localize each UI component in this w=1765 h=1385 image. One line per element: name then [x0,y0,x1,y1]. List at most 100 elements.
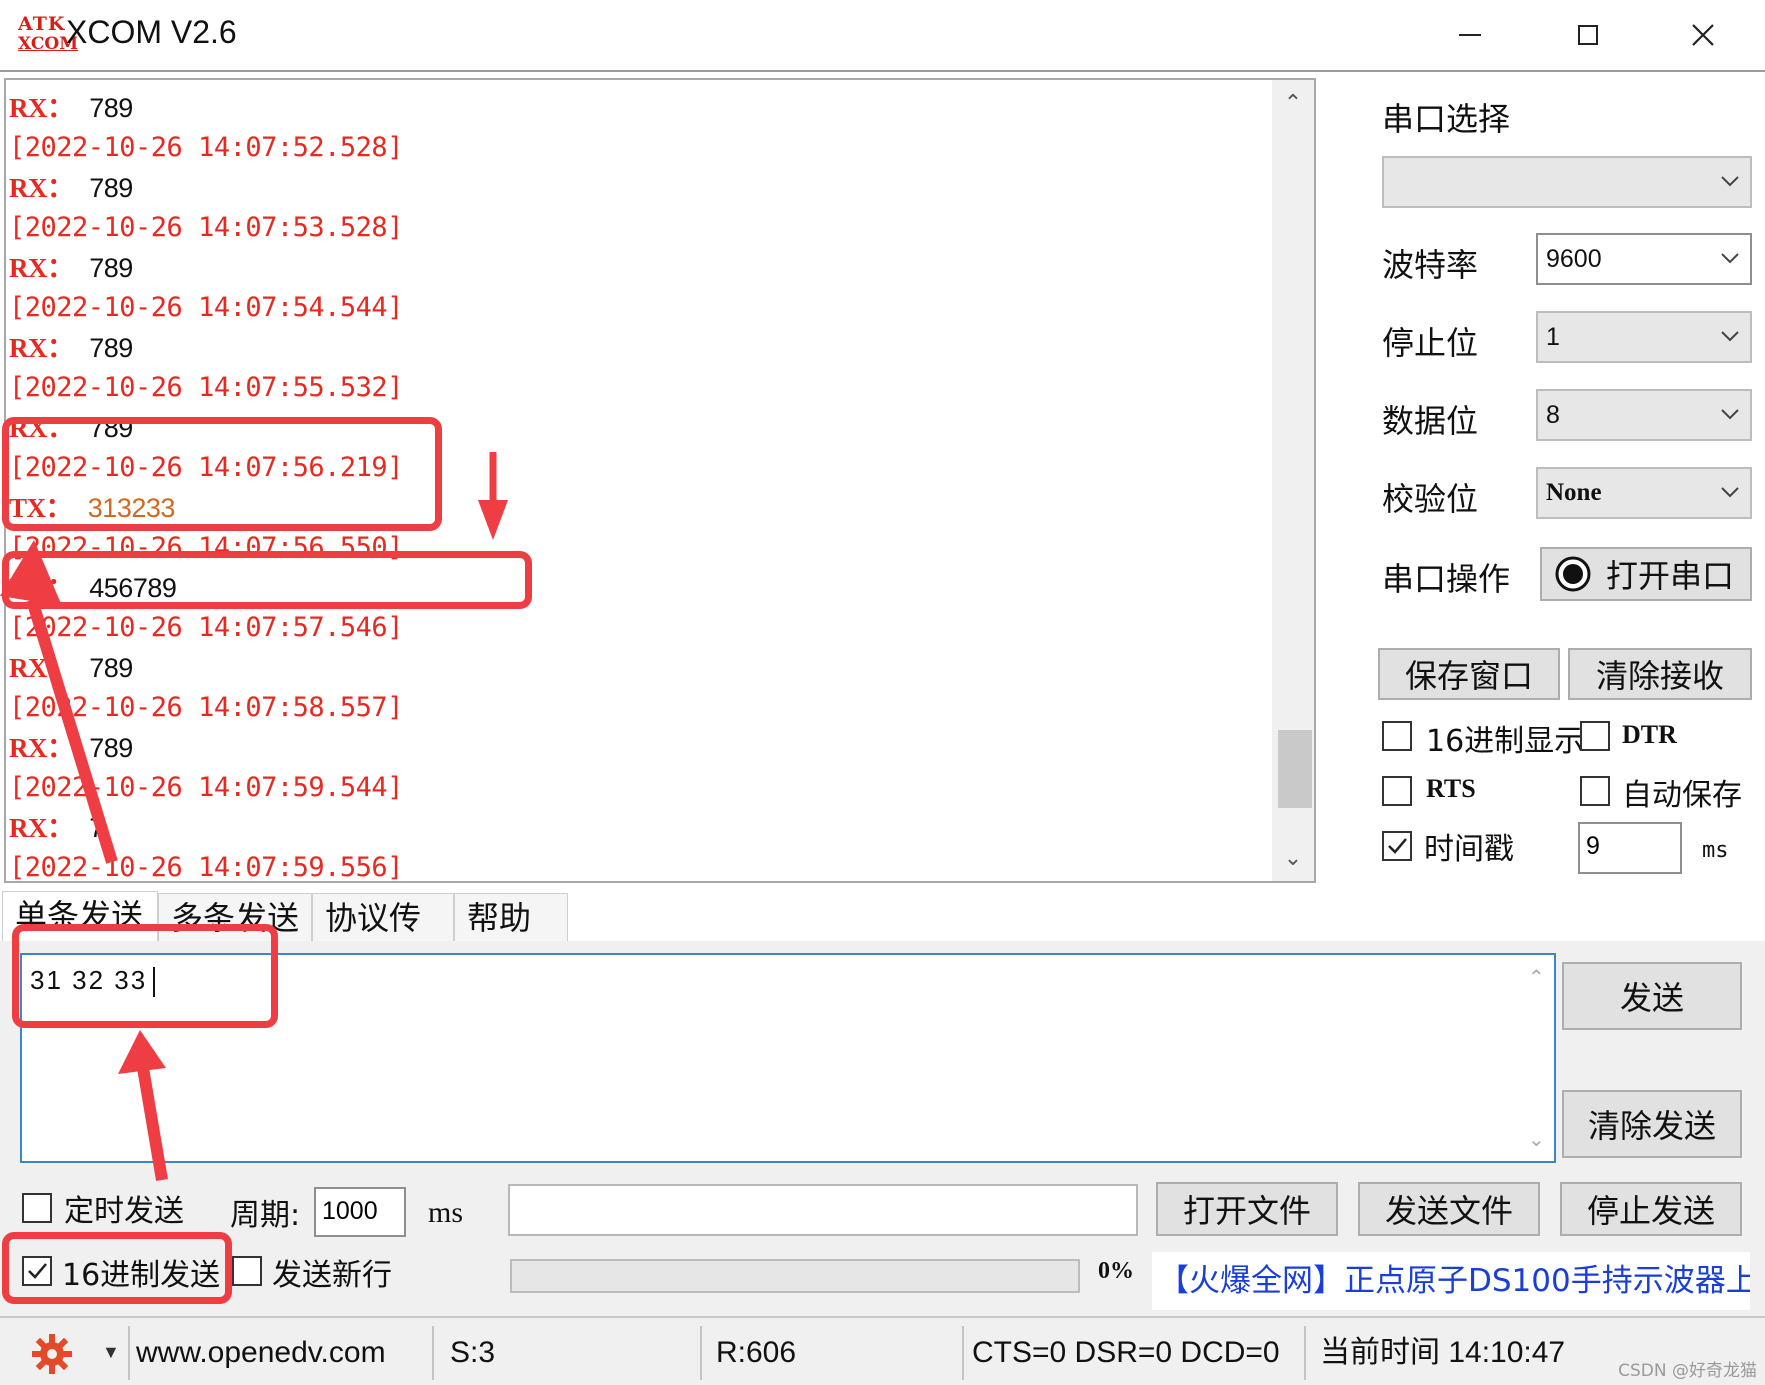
chevron-down-icon [1721,253,1739,264]
log-rx-line: RX： 789 [9,88,1270,128]
hex-send-label: 16进制发送 [62,1258,221,1293]
log-tx-line: TX： 313233 [9,488,1270,528]
parity-select[interactable]: None [1536,467,1752,519]
logo-bottom-text: XCOM [18,34,79,54]
stop-bits-select[interactable]: 1 [1536,311,1752,363]
log-timestamp-line: [2022-10-26 14:07:56.550] [9,528,1270,568]
rts-label: RTS [1426,774,1476,803]
rts-checkbox[interactable] [1382,776,1412,806]
tab-single-send[interactable]: 单条发送 [2,891,158,941]
maximize-button[interactable] [1558,10,1618,60]
receive-scrollbar[interactable]: ⌃ ⌄ [1272,80,1314,881]
ad-link[interactable]: 【火爆全网】正点原子DS100手持示波器上市 [1152,1252,1750,1310]
timed-send-checkbox[interactable] [22,1193,52,1223]
log-timestamp: [2022-10-26 14:07:59.556] [9,852,403,883]
tab-help[interactable]: 帮助 [454,893,568,941]
log-rx-value: 789 [89,173,133,203]
log-timestamp-line: [2022-10-26 14:07:58.557] [9,688,1270,728]
checkmark-icon [28,1263,47,1279]
dtr-label: DTR [1622,720,1677,749]
stop-send-button[interactable]: 停止发送 [1560,1182,1742,1236]
status-bar: ▼ www.openedv.com S:3 R:606 CTS=0 DSR=0 … [0,1316,1765,1385]
hex-send-checkbox[interactable] [22,1256,52,1286]
log-rx-value: 7 [89,813,104,843]
send-button[interactable]: 发送 [1562,962,1742,1030]
log-rx-label: RX： [9,173,74,203]
logo-top-text: ATK [18,13,66,35]
tab-multi-send[interactable]: 多条发送 [158,893,312,941]
log-rx-label: RX： [9,653,74,683]
port-select-label: 串口选择 [1382,100,1511,138]
radio-record-icon [1555,556,1591,592]
log-rx-value: 789 [89,253,133,283]
file-path-input[interactable] [508,1184,1138,1236]
log-rx-line: RX： 789 [9,408,1270,448]
log-timestamp: [2022-10-26 14:07:56.550] [9,532,403,563]
send-progress-bar [510,1259,1080,1293]
clear-receive-button[interactable]: 清除接收 [1568,648,1752,700]
timestamp-ms-input[interactable]: 9 [1578,822,1682,874]
app-logo: ATK XCOM [18,13,79,56]
log-timestamp: [2022-10-26 14:07:58.557] [9,692,403,723]
status-line-signals: CTS=0 DSR=0 DCD=0 [972,1336,1280,1369]
tab-protocol[interactable]: 协议传输 [312,893,454,985]
auto-save-checkbox[interactable] [1580,776,1610,806]
scroll-up-icon[interactable]: ⌃ [1272,84,1314,124]
log-tx-label: TX： [9,493,73,523]
status-separator [962,1326,964,1380]
minimize-button[interactable] [1440,10,1500,60]
baud-value: 9600 [1546,245,1602,273]
timestamp-label: 时间戳 [1424,832,1514,867]
receive-log[interactable]: RX： 789 [2022-10-26 14:07:52.528] RX： 789 [… [4,78,1316,883]
settings-gear-icon[interactable] [30,1320,74,1385]
timestamp-ms-unit: ms [1702,838,1729,863]
send-file-button[interactable]: 发送文件 [1358,1182,1540,1236]
chevron-down-icon [1721,409,1739,420]
auto-save-label: 自动保存 [1622,778,1742,813]
log-timestamp: [2022-10-26 14:07:52.528] [9,132,403,163]
scroll-down-icon[interactable]: ⌄ [1272,839,1314,879]
send-text: 31 32 33 [30,965,156,998]
scroll-down-icon[interactable]: ⌄ [1528,1127,1545,1151]
log-timestamp: [2022-10-26 14:07:57.546] [9,612,403,643]
data-bits-select[interactable]: 8 [1536,389,1752,441]
status-url-link[interactable]: www.openedv.com [136,1318,386,1385]
baud-label: 波特率 [1382,246,1479,284]
send-newline-checkbox[interactable] [232,1256,262,1286]
period-input[interactable]: 1000 [314,1187,406,1237]
log-tx-value: 313233 [87,493,176,523]
port-operation-label: 串口操作 [1382,560,1511,598]
timestamp-checkbox[interactable] [1382,831,1412,861]
scroll-thumb[interactable] [1278,730,1312,808]
status-separator [128,1326,130,1380]
window-title: XCOM V2.6 [66,14,237,50]
dtr-checkbox[interactable] [1580,721,1610,751]
stop-bits-value: 1 [1546,323,1560,351]
chevron-down-icon [1721,331,1739,342]
log-timestamp-line: [2022-10-26 14:07:57.546] [9,608,1270,648]
close-button[interactable] [1673,10,1733,60]
log-rx-label: RX： [9,413,74,443]
status-received-count: R:606 [716,1336,797,1369]
timed-send-label: 定时发送 [64,1194,184,1229]
baud-select[interactable]: 9600 [1536,233,1752,285]
open-file-button[interactable]: 打开文件 [1156,1182,1338,1236]
status-separator [1304,1326,1306,1380]
clear-send-button[interactable]: 清除发送 [1562,1090,1742,1158]
log-rx-label: RX： [9,253,74,283]
port-select[interactable] [1382,156,1752,208]
scroll-up-icon[interactable]: ⌃ [1528,965,1545,989]
send-scrollbar[interactable]: ⌃ ⌄ [1522,955,1554,1161]
log-rx-label: RX： [9,333,74,363]
period-label: 周期: [230,1198,301,1233]
dropdown-arrow-icon[interactable]: ▼ [102,1318,120,1385]
send-textarea[interactable]: 31 32 33 ⌃ ⌄ [20,953,1556,1163]
send-tabs: 单条发送 多条发送 协议传输 帮助 [0,891,1765,985]
open-port-label: 打开串口 [1606,557,1735,595]
save-window-button[interactable]: 保存窗口 [1378,648,1560,700]
log-rx-value: 789 [89,333,133,363]
log-rx-line: RX： 456789 [9,568,1270,608]
hex-display-checkbox[interactable] [1382,721,1412,751]
checkmark-icon [1388,838,1407,854]
open-port-button[interactable]: 打开串口 [1540,547,1752,601]
